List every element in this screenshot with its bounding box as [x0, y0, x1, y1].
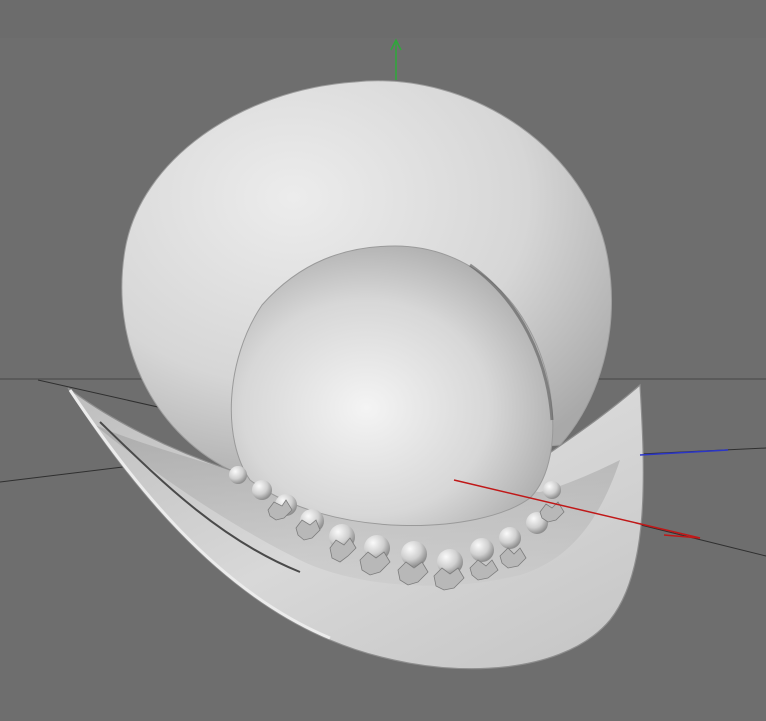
bead [470, 538, 494, 562]
bead [252, 480, 272, 500]
z-axis-line [639, 449, 729, 456]
3d-viewport[interactable] [0, 0, 766, 721]
bead [543, 481, 561, 499]
bead [229, 466, 247, 484]
viewport-scene [0, 38, 766, 670]
bead [499, 527, 521, 549]
